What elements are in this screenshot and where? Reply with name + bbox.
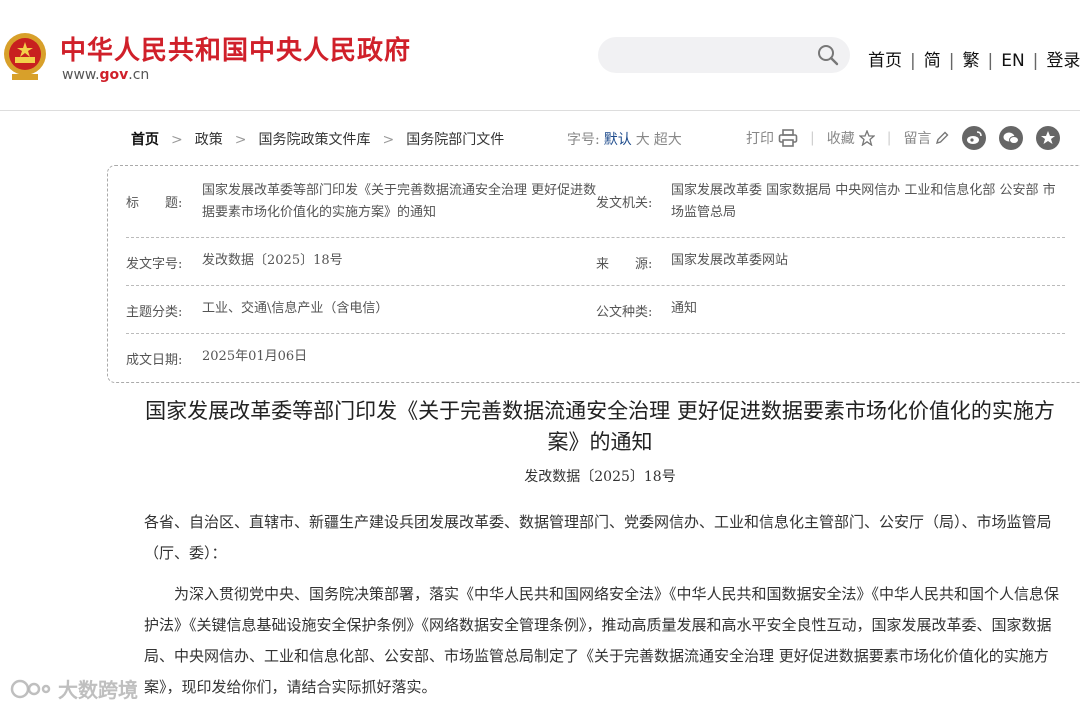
title-value: 国家发展改革委等部门印发《关于完善数据流通安全治理 更好促进数据要素市场化价值化… bbox=[202, 183, 597, 220]
search-icon[interactable] bbox=[816, 43, 840, 67]
comment-button[interactable]: 留言 bbox=[903, 128, 949, 148]
nav-home[interactable]: 首页 bbox=[868, 51, 902, 71]
favorite-star-icon[interactable] bbox=[1036, 126, 1060, 150]
font-size-label: 字号: bbox=[567, 132, 600, 148]
info-row-topic: 主题分类: 工业、交通\信息产业（含电信） 公文种类: 通知 bbox=[126, 285, 1065, 334]
breadcrumb-home[interactable]: 首页 bbox=[131, 132, 159, 148]
site-title[interactable]: 中华人民共和国中央人民政府 bbox=[60, 30, 411, 67]
watermark-logo-icon bbox=[10, 679, 51, 698]
wechat-icon[interactable] bbox=[999, 126, 1023, 150]
search-input[interactable] bbox=[614, 37, 808, 75]
nav-simplified[interactable]: 简 bbox=[924, 51, 941, 71]
printer-icon bbox=[778, 129, 798, 147]
article-salutation: 各省、自治区、直辖市、新疆生产建设兵团发展改革委、数据管理部门、党委网信办、工业… bbox=[144, 513, 1052, 562]
breadcrumb-policy[interactable]: 政策 bbox=[195, 132, 223, 148]
breadcrumb-dept-docs[interactable]: 国务院部门文件 bbox=[406, 132, 504, 148]
article-tools: 打印 | 收藏 | 留言 bbox=[746, 128, 949, 148]
article-body: 为深入贯彻党中央、国务院决策部署，落实《中华人民共和国网络安全法》《中华人民共和… bbox=[144, 585, 1060, 696]
topic-label: 主题分类: bbox=[126, 305, 183, 320]
favorite-button[interactable]: 收藏 bbox=[827, 128, 875, 148]
topic-value: 工业、交通\信息产业（含电信） bbox=[202, 301, 389, 316]
national-emblem-icon bbox=[4, 33, 46, 80]
article-title: 国家发展改革委等部门印发《关于完善数据流通安全治理 更好促进数据要素市场化价值化… bbox=[145, 399, 1055, 454]
breadcrumb-policy-library[interactable]: 国务院政策文件库 bbox=[258, 132, 370, 148]
nav-traditional[interactable]: 繁 bbox=[962, 51, 979, 71]
breadcrumb: 首页 > 政策 > 国务院政策文件库 > 国务院部门文件 bbox=[131, 132, 505, 148]
source-label: 来 源: bbox=[596, 257, 653, 272]
info-row-date: 成文日期: 2025年01月06日 bbox=[126, 333, 1065, 381]
search-box bbox=[598, 37, 850, 75]
nav-login[interactable]: 登录 bbox=[1046, 51, 1080, 71]
issuer-value: 国家发展改革委 国家数据局 中央网信办 工业和信息化部 公安部 市场监管总局 bbox=[671, 183, 1056, 220]
doctype-label: 公文种类: bbox=[596, 305, 653, 320]
issuer-label: 发文机关: bbox=[596, 196, 653, 211]
docno-label: 发文字号: bbox=[126, 257, 183, 272]
star-icon bbox=[858, 130, 875, 146]
article-doc-number: 发改数据〔2025〕18号 bbox=[524, 469, 676, 485]
pencil-icon bbox=[936, 131, 949, 145]
site-header: 中华人民共和国中央人民政府 www.gov.cn 首页 | 简 | 繁 | EN | 登录 bbox=[0, 0, 1080, 111]
watermark: 大数跨境 bbox=[10, 674, 138, 703]
font-size-xlarge[interactable]: 超大 bbox=[654, 132, 682, 148]
date-label: 成文日期: bbox=[126, 353, 183, 368]
print-button[interactable]: 打印 bbox=[746, 128, 798, 148]
docno-value: 发改数据〔2025〕18号 bbox=[202, 253, 343, 268]
info-row-docno: 发文字号: 发改数据〔2025〕18号 来 源: 国家发展改革委网站 bbox=[126, 237, 1065, 286]
nav-english[interactable]: EN bbox=[1001, 51, 1024, 71]
title-label: 标 题: bbox=[126, 196, 183, 211]
site-url: www.gov.cn bbox=[62, 67, 150, 83]
doctype-value: 通知 bbox=[671, 301, 698, 316]
date-value: 2025年01月06日 bbox=[202, 349, 308, 364]
font-size-default[interactable]: 默认 bbox=[604, 132, 632, 148]
weibo-icon[interactable] bbox=[962, 126, 986, 150]
document-info-box: 标 题: 国家发展改革委等部门印发《关于完善数据流通安全治理 更好促进数据要素市… bbox=[107, 165, 1080, 383]
font-size-large[interactable]: 大 bbox=[636, 132, 650, 148]
info-row-title: 标 题: 国家发展改革委等部门印发《关于完善数据流通安全治理 更好促进数据要素市… bbox=[126, 166, 1065, 238]
font-size-switcher: 字号: 默认大超大 bbox=[567, 129, 682, 149]
source-value: 国家发展改革委网站 bbox=[671, 253, 789, 268]
top-nav: 首页 | 简 | 繁 | EN | 登录 bbox=[868, 51, 1080, 71]
